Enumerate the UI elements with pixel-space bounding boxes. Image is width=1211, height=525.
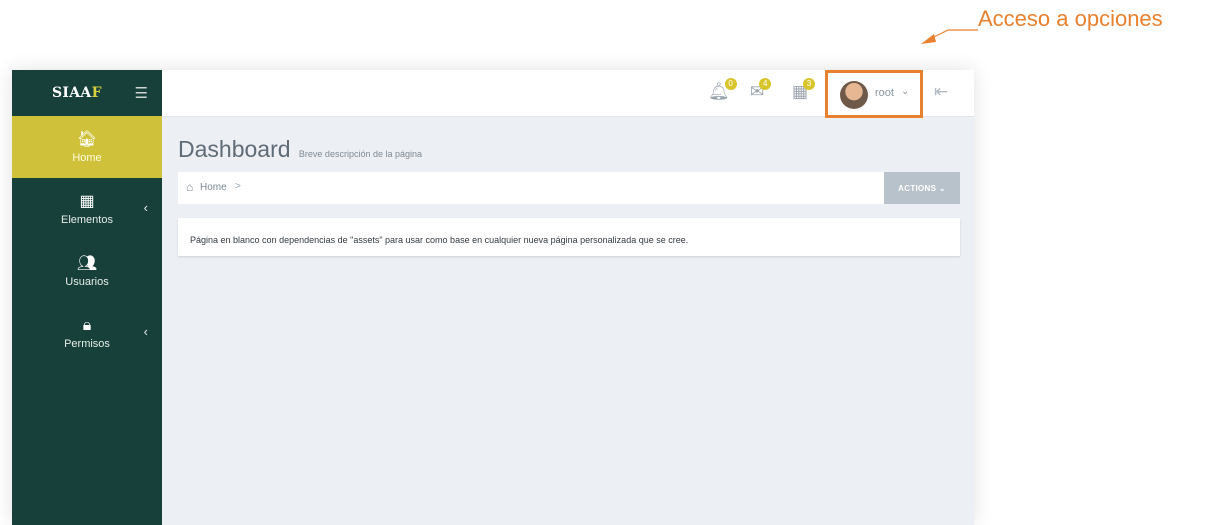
lock-icon: 🔒︎ bbox=[82, 316, 92, 334]
sidebar-item-elementos[interactable]: ▦ Elementos ‹ bbox=[12, 178, 162, 240]
breadcrumb-home[interactable]: Home bbox=[200, 182, 227, 193]
users-icon: 👥︎ bbox=[76, 254, 98, 272]
home-icon: ⌂ bbox=[186, 180, 194, 194]
sidebar-item-label: Permisos bbox=[64, 337, 110, 350]
annotation-arrow bbox=[921, 29, 978, 44]
page-subtitle: Breve descripción de la página bbox=[298, 149, 422, 159]
page-title: Dashboard Breve descripción de la página bbox=[178, 136, 422, 163]
sidebar-item-permisos[interactable]: 🔒︎ Permisos ‹ bbox=[12, 302, 162, 364]
user-menu[interactable]: root ⌄ bbox=[825, 70, 923, 118]
sidebar-item-label: Home bbox=[72, 151, 102, 164]
page-title-text: Dashboard bbox=[178, 136, 291, 162]
chevron-down-icon: ⌄ bbox=[938, 183, 946, 193]
calendar-icon[interactable]: ▦ 3 bbox=[792, 78, 816, 102]
chevron-left-icon: ‹ bbox=[143, 200, 148, 215]
sidebar-item-usuarios[interactable]: 👥︎ Usuarios bbox=[12, 240, 162, 302]
sidebar-item-label: Usuarios bbox=[65, 275, 109, 288]
breadcrumb-separator: > bbox=[235, 181, 241, 192]
brand-logo[interactable]: SIAAF bbox=[52, 85, 102, 101]
tasks-badge: 3 bbox=[803, 78, 816, 90]
sidebar: SIAAF ☰ 🏠︎ Home ▦ Elementos ‹ 👥︎ Usuario… bbox=[12, 70, 162, 525]
notifications-badge: 0 bbox=[724, 78, 737, 90]
sidebar-item-label: Elementos bbox=[61, 213, 113, 226]
breadcrumb: ⌂ Home > ACTIONS ⌄ bbox=[178, 172, 960, 204]
brand-accent: F bbox=[91, 85, 102, 101]
brand-prefix: SIAA bbox=[52, 85, 92, 101]
app-window: SIAAF ☰ 🏠︎ Home ▦ Elementos ‹ 👥︎ Usuario… bbox=[12, 70, 974, 525]
user-name: root bbox=[875, 87, 894, 99]
messages-badge: 4 bbox=[759, 78, 772, 90]
logout-icon[interactable]: ⇤ bbox=[934, 82, 948, 102]
envelope-icon[interactable]: ✉ 4 bbox=[750, 78, 772, 102]
hamburger-icon[interactable]: ☰ bbox=[135, 84, 148, 102]
chevron-down-icon: ⌄ bbox=[901, 86, 910, 97]
home-icon: 🏠︎ bbox=[76, 130, 98, 148]
bell-icon[interactable]: 🔔︎ 0 bbox=[708, 78, 737, 102]
building-icon: ▦ bbox=[79, 192, 95, 210]
chevron-left-icon: ‹ bbox=[143, 324, 148, 339]
avatar bbox=[840, 81, 868, 109]
blank-page-notice: Página en blanco con dependencias de "as… bbox=[178, 218, 960, 256]
actions-label: ACTIONS bbox=[898, 183, 937, 193]
actions-button[interactable]: ACTIONS ⌄ bbox=[884, 172, 960, 204]
main-content: Dashboard Breve descripción de la página… bbox=[162, 116, 974, 525]
sidebar-item-home[interactable]: 🏠︎ Home bbox=[12, 116, 162, 178]
brand: SIAAF ☰ bbox=[12, 70, 162, 116]
topbar: 🔔︎ 0 ✉ 4 ▦ 3 root ⌄ ⇤ bbox=[162, 70, 974, 118]
